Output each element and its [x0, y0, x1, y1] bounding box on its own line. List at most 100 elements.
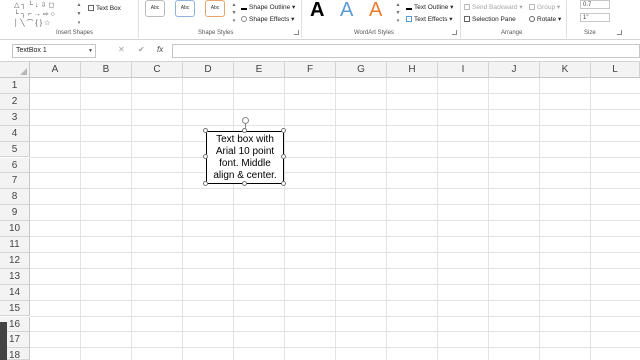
row-header[interactable]: 5: [0, 141, 30, 158]
text-effects-button[interactable]: Text Effects ▾: [406, 16, 453, 24]
resize-handle-left[interactable]: [203, 154, 208, 159]
row-gridline: [30, 188, 640, 190]
row-gridline: [30, 283, 640, 285]
wordart-scroll-down-icon[interactable]: ▼: [395, 10, 401, 16]
cancel-icon[interactable]: ✕: [118, 45, 125, 55]
row-gridline: [30, 140, 640, 142]
row-gridline: [30, 251, 640, 253]
resize-handle-top-left[interactable]: [203, 128, 208, 133]
group-divider: [566, 0, 567, 38]
resize-handle-bottom-right[interactable]: [281, 181, 286, 186]
send-backward-button[interactable]: Send Backward ▾: [464, 4, 523, 12]
shape-style-tile-3[interactable]: Abc: [205, 0, 225, 17]
column-header[interactable]: G: [336, 62, 387, 78]
formula-input[interactable]: [172, 44, 640, 58]
size-dialog-launcher-icon[interactable]: [617, 30, 622, 35]
column-header[interactable]: J: [489, 62, 540, 78]
column-header[interactable]: D: [183, 62, 234, 78]
text-outline-button[interactable]: Text Outline ▾: [406, 4, 453, 12]
group-button[interactable]: Group ▾: [529, 4, 560, 12]
shape-outline-button[interactable]: Shape Outline ▾: [241, 4, 295, 12]
shapes-gallery-row-3[interactable]: │ ╲ ⌒ { } ☆: [14, 20, 50, 28]
column-gridline: [131, 78, 132, 360]
rotate-handle[interactable]: [242, 117, 249, 124]
wordart-style-black[interactable]: A: [310, 0, 324, 20]
wordart-style-blue[interactable]: A: [340, 0, 353, 20]
row-header[interactable]: 10: [0, 221, 30, 237]
row-header[interactable]: 9: [0, 205, 30, 222]
shape-style-tile-2[interactable]: Abc: [175, 0, 195, 17]
insert-shapes-group-label: Insert Shapes: [56, 30, 94, 36]
row-gridline: [30, 220, 640, 222]
shape-width-field[interactable]: 1": [580, 13, 610, 22]
select-all-button[interactable]: [0, 62, 30, 78]
shape-height-field[interactable]: 0.7: [580, 0, 610, 9]
row-gridline: [30, 92, 640, 94]
rotate-button[interactable]: Rotate ▾: [529, 16, 561, 24]
shapes-scroll-up-icon[interactable]: ▲: [76, 2, 82, 8]
wordart-scroll-up-icon[interactable]: ▲: [395, 2, 401, 8]
chevron-down-icon[interactable]: ▼: [88, 45, 93, 57]
text-effects-label: Text Effects: [414, 16, 448, 23]
row-header[interactable]: 4: [0, 125, 30, 142]
wordart-styles-dialog-launcher-icon[interactable]: [452, 30, 457, 35]
shape-styles-scroll-down-icon[interactable]: ▼: [231, 10, 237, 16]
row-header[interactable]: 2: [0, 93, 30, 110]
shape-styles-more-icon[interactable]: ▾: [231, 18, 237, 24]
column-header[interactable]: I: [438, 62, 489, 78]
name-box[interactable]: TextBox 1 ▼: [12, 44, 96, 58]
row-gridline: [30, 236, 640, 237]
column-gridline: [437, 78, 438, 360]
row-header[interactable]: 3: [0, 109, 30, 126]
shapes-gallery-row-2[interactable]: └ ┐ ⌐ → ⇨ ○: [14, 11, 55, 19]
shape-styles-scroll-up-icon[interactable]: ▲: [231, 2, 237, 8]
row-header[interactable]: 14: [0, 284, 30, 301]
shapes-more-icon[interactable]: ▾: [76, 20, 82, 26]
text-box-shape[interactable]: Text box with Arial 10 point font. Middl…: [206, 131, 284, 184]
shape-effects-button[interactable]: Shape Effects ▾: [241, 16, 294, 24]
worksheet-grid[interactable]: ABCDEFGHIJKL 1 2 3 4 5 6 7 8 9 10 11 12 13 14 15 16 17 18: [0, 62, 640, 360]
row-header[interactable]: 11: [0, 237, 30, 253]
text-outline-label: Text Outline: [414, 4, 449, 11]
shape-styles-dialog-launcher-icon[interactable]: [294, 30, 299, 35]
row-header[interactable]: 15: [0, 300, 30, 317]
group-divider: [460, 0, 461, 38]
column-header[interactable]: A: [30, 62, 81, 78]
selection-pane-button[interactable]: Selection Pane: [464, 16, 516, 24]
name-box-value: TextBox 1: [16, 47, 47, 54]
column-header[interactable]: B: [81, 62, 132, 78]
enter-icon[interactable]: ✔: [138, 45, 145, 55]
wordart-more-icon[interactable]: ▾: [395, 18, 401, 24]
rotate-label: Rotate: [537, 16, 557, 23]
text-box-label: Text Box: [96, 5, 121, 12]
insert-function-icon[interactable]: fx: [157, 45, 163, 55]
column-header[interactable]: E: [234, 62, 285, 78]
column-header[interactable]: F: [285, 62, 336, 78]
column-header[interactable]: L: [591, 62, 640, 78]
text-box-button[interactable]: Text Box: [88, 5, 121, 13]
ribbon: △ ┐ └ ↓ ⇩ ◻ └ ┐ ⌐ → ⇨ ○ │ ╲ ⌒ { } ☆ ▲ ▼ …: [0, 0, 640, 40]
shape-style-tile-1[interactable]: Abc: [145, 0, 165, 17]
column-header[interactable]: H: [387, 62, 438, 78]
column-header[interactable]: K: [540, 62, 591, 78]
arrange-group-label: Arrange: [501, 30, 523, 36]
shapes-scroll-down-icon[interactable]: ▼: [76, 11, 82, 17]
resize-handle-top-right[interactable]: [281, 128, 286, 133]
shapes-gallery-row-1[interactable]: △ ┐ └ ↓ ⇩ ◻: [14, 2, 54, 10]
send-backward-icon: [464, 4, 470, 10]
wordart-styles-group-label: WordArt Styles: [354, 30, 394, 36]
row-gridline: [30, 172, 640, 174]
row-header[interactable]: 13: [0, 268, 30, 285]
row-header[interactable]: 12: [0, 252, 30, 269]
resize-handle-bottom[interactable]: [242, 181, 247, 186]
resize-handle-right[interactable]: [281, 154, 286, 159]
selection-pane-label: Selection Pane: [472, 16, 516, 23]
row-header[interactable]: 1: [0, 78, 30, 94]
row-header[interactable]: 8: [0, 189, 30, 206]
resize-handle-bottom-left[interactable]: [203, 181, 208, 186]
column-header[interactable]: C: [132, 62, 183, 78]
row-header[interactable]: 6: [0, 157, 30, 174]
wordart-style-orange[interactable]: A: [369, 0, 382, 20]
resize-handle-top[interactable]: [242, 128, 247, 133]
row-header[interactable]: 7: [0, 173, 30, 190]
